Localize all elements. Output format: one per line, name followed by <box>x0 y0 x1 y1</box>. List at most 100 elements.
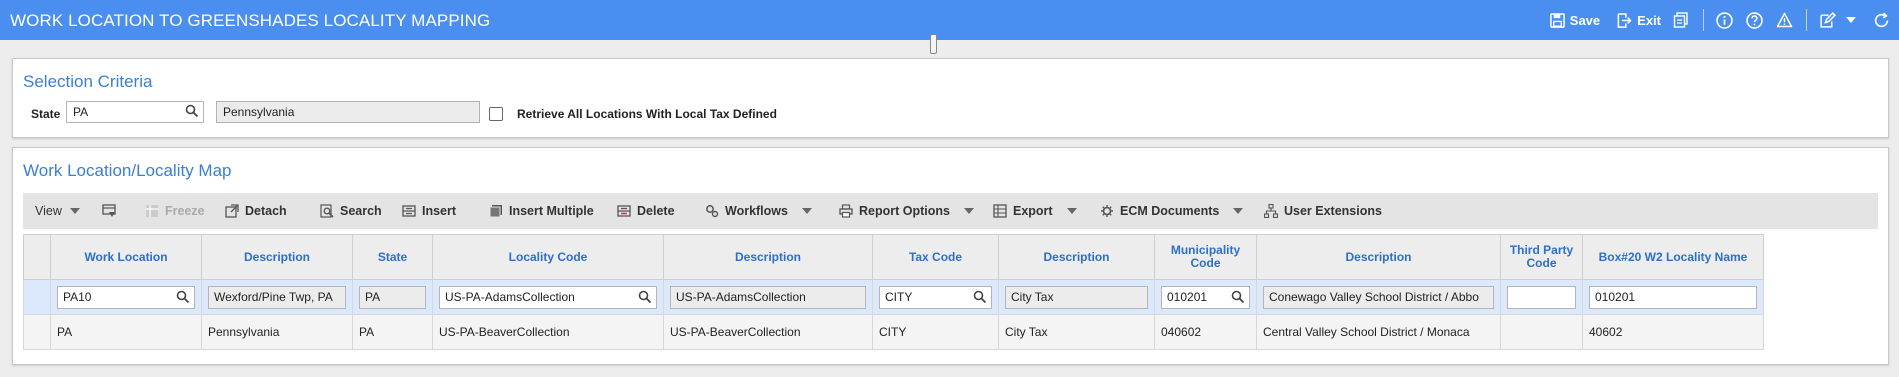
col-locality-code[interactable]: Locality Code <box>432 234 664 280</box>
ecm-documents-icon <box>1101 205 1113 217</box>
cell-locality-description: US-PA-BeaverCollection <box>663 314 873 350</box>
municipality-description-field: Conewago Valley School District / Abbo <box>1263 285 1494 309</box>
search-icon[interactable] <box>973 290 987 304</box>
col-tax-code[interactable]: Tax Code <box>872 234 999 280</box>
search-icon[interactable] <box>1231 290 1245 304</box>
col-locality-description[interactable]: Description <box>663 234 873 280</box>
tax-code-input[interactable]: CITY <box>879 285 992 309</box>
municipality-code-value: 010201 <box>1167 289 1208 304</box>
cell-tax-code[interactable]: CITY <box>872 314 999 350</box>
state-name-field: Pennsylvania <box>216 101 480 123</box>
grid-header-row: Work Location Description State Locality… <box>23 234 1764 280</box>
col-third-party-code[interactable]: Third Party Code <box>1500 234 1583 280</box>
col-work-location[interactable]: Work Location <box>50 234 202 280</box>
cell-tax-description: City Tax <box>998 314 1155 350</box>
search-label: Search <box>340 204 382 218</box>
locality-description-field: US-PA-AdamsCollection <box>670 285 866 309</box>
locality-map-panel: Work Location/Locality Map View Freeze D… <box>12 147 1889 365</box>
row-selector[interactable] <box>23 279 51 315</box>
edit-icon[interactable] <box>1817 10 1837 30</box>
search-icon[interactable] <box>176 290 190 304</box>
cell-municipality-description: Conewago Valley School District / Abbo <box>1256 279 1501 315</box>
delete-icon <box>617 205 631 217</box>
third-party-code-input[interactable] <box>1507 285 1576 309</box>
cell-box20-name[interactable]: 010201 <box>1582 279 1764 315</box>
table-row[interactable]: PA10 Wexford/Pine Twp, PA PA US-PA-Adams… <box>23 279 1764 315</box>
insert-icon <box>402 205 416 217</box>
locality-code-input[interactable]: US-PA-AdamsCollection <box>439 285 657 309</box>
state-label: State <box>31 107 61 121</box>
ecm-documents-menu[interactable]: ECM Documents <box>1100 193 1244 229</box>
description-field: Wexford/Pine Twp, PA <box>208 285 346 309</box>
state-input[interactable]: PA <box>66 101 204 123</box>
cell-third-party-code[interactable] <box>1500 279 1583 315</box>
delete-button[interactable]: Delete <box>617 193 675 229</box>
col-box20-name[interactable]: Box#20 W2 Locality Name <box>1582 234 1764 280</box>
insert-button[interactable]: Insert <box>402 193 456 229</box>
refresh-icon[interactable] <box>1871 10 1891 30</box>
col-municipality-code[interactable]: Municipality Code <box>1154 234 1257 280</box>
view-menu[interactable]: View <box>35 193 80 229</box>
report-options-label: Report Options <box>859 204 950 218</box>
save-button[interactable]: Save <box>1549 13 1600 28</box>
warning-icon[interactable] <box>1774 10 1794 30</box>
work-location-value: PA10 <box>63 289 92 304</box>
retrieve-all-checkbox[interactable] <box>489 107 503 121</box>
state-input-value: PA <box>73 105 89 119</box>
cell-tax-code[interactable]: CITY <box>872 279 999 315</box>
exit-icon <box>1617 12 1632 28</box>
export-menu[interactable]: Export <box>993 193 1077 229</box>
cell-locality-code[interactable]: US-PA-BeaverCollection <box>432 314 664 350</box>
cell-locality-code[interactable]: US-PA-AdamsCollection <box>432 279 664 315</box>
col-description[interactable]: Description <box>201 234 353 280</box>
report-options-menu[interactable]: Report Options <box>839 193 974 229</box>
exit-button[interactable]: Exit <box>1616 13 1661 28</box>
municipality-description-value: Conewago Valley School District / Abbo <box>1269 289 1479 304</box>
cell-municipality-code[interactable]: 040602 <box>1154 314 1257 350</box>
search-button[interactable]: Search <box>320 193 382 229</box>
detach-icon <box>225 204 239 218</box>
freeze-button[interactable]: Freeze <box>145 193 205 229</box>
chevron-down-icon[interactable] <box>1841 10 1861 30</box>
search-icon[interactable] <box>638 290 652 304</box>
freeze-label: Freeze <box>165 204 205 218</box>
locality-map-heading: Work Location/Locality Map <box>23 161 232 180</box>
cell-box20-name[interactable]: 40602 <box>1582 314 1764 350</box>
table-row[interactable]: PA Pennsylvania PA US-PA-BeaverCollectio… <box>23 314 1764 350</box>
resize-grip[interactable] <box>930 34 937 54</box>
cell-locality-description: US-PA-AdamsCollection <box>663 279 873 315</box>
state-value: PA <box>365 289 381 304</box>
state-name-value: Pennsylvania <box>223 105 295 119</box>
title-actions: Save Exit <box>1534 0 1891 40</box>
col-tax-description[interactable]: Description <box>998 234 1155 280</box>
delete-label: Delete <box>637 204 675 218</box>
help-icon[interactable] <box>1744 10 1764 30</box>
insert-multiple-label: Insert Multiple <box>509 204 594 218</box>
cell-municipality-description: Central Valley School District / Monaca <box>1256 314 1501 350</box>
filter-columns-button[interactable] <box>102 193 116 229</box>
cell-third-party-code[interactable] <box>1500 314 1583 350</box>
box20-name-input[interactable]: 010201 <box>1589 285 1757 309</box>
cell-municipality-code[interactable]: 010201 <box>1154 279 1257 315</box>
col-state[interactable]: State <box>352 234 433 280</box>
detach-button[interactable]: Detach <box>225 193 287 229</box>
insert-multiple-button[interactable]: Insert Multiple <box>489 193 594 229</box>
info-icon[interactable] <box>1714 10 1734 30</box>
box20-name-value: 010201 <box>1595 289 1636 304</box>
cell-work-location[interactable]: PA <box>50 314 202 350</box>
row-selector[interactable] <box>23 314 51 350</box>
municipality-code-input[interactable]: 010201 <box>1161 285 1250 309</box>
search-icon[interactable] <box>185 104 199 118</box>
work-location-input[interactable]: PA10 <box>57 285 195 309</box>
workflows-menu[interactable]: Workflows <box>705 193 812 229</box>
insert-multiple-icon <box>489 205 502 218</box>
chevron-down-icon <box>69 208 80 214</box>
locality-map-grid: Work Location Description State Locality… <box>23 234 1764 350</box>
filter-icon <box>102 204 116 217</box>
col-municipality-description[interactable]: Description <box>1256 234 1501 280</box>
pages-icon[interactable] <box>1671 10 1691 30</box>
user-extensions-button[interactable]: User Extensions <box>1264 193 1382 229</box>
locality-description-value: US-PA-AdamsCollection <box>676 289 806 304</box>
cell-work-location[interactable]: PA10 <box>50 279 202 315</box>
row-selector-header <box>23 234 51 280</box>
